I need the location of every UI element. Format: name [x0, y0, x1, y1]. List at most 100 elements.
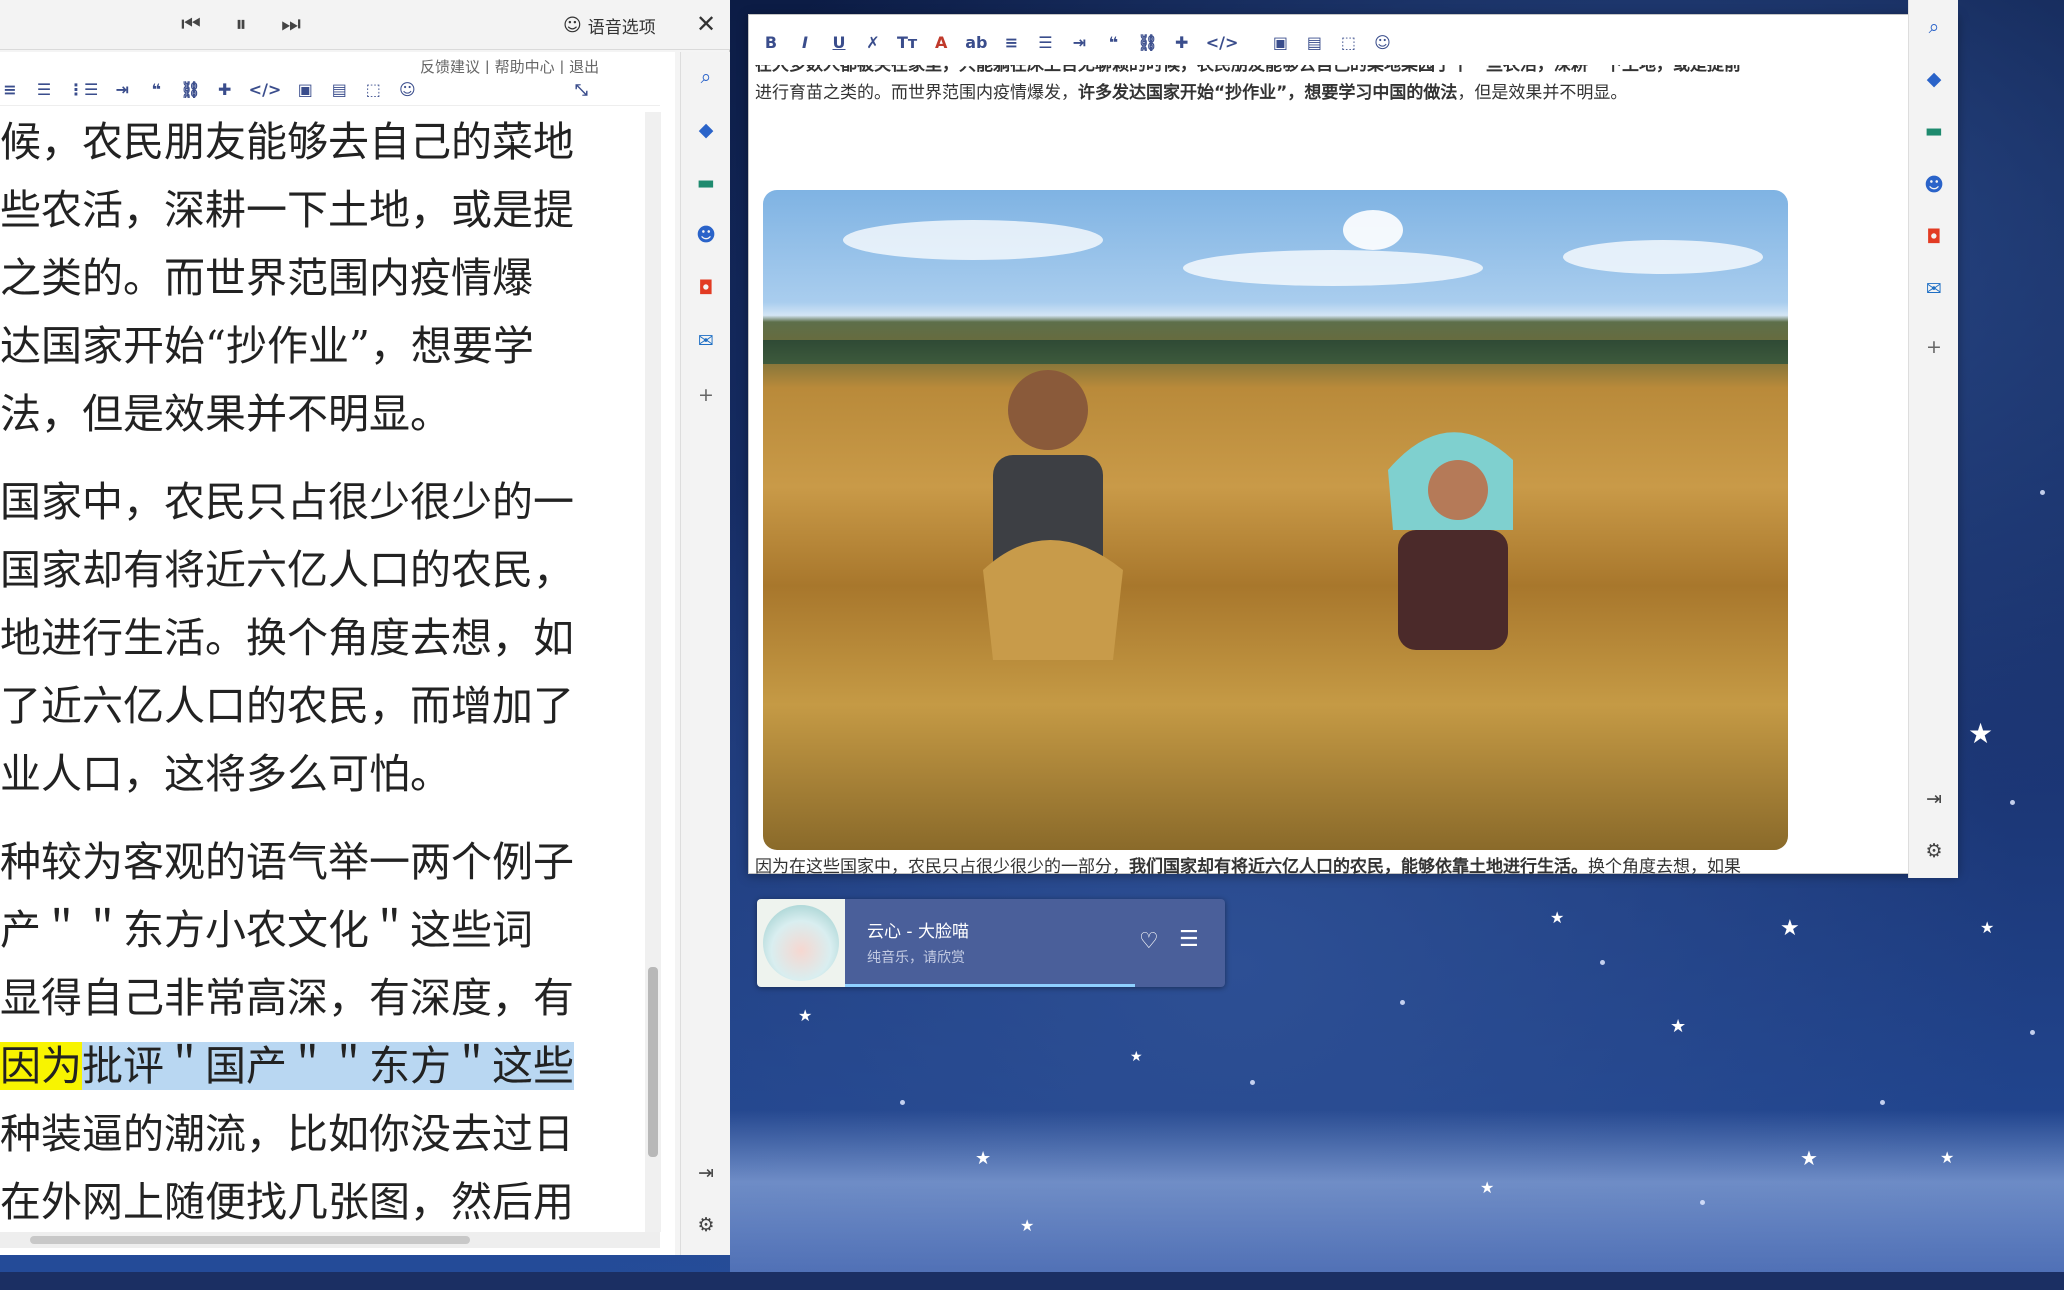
text-line: 种装逼的潮流，比如你没去过日 [0, 1110, 574, 1158]
pause-icon[interactable]: ⏸ [226, 10, 256, 40]
document-icon[interactable]: ▤ [329, 80, 349, 99]
album-cover[interactable] [757, 899, 845, 987]
bold-text-run: 我们国家却有将近六亿人口的农民，能够依靠土地进行生活。 [1129, 857, 1588, 875]
desktop-bottom-strip [0, 1272, 2064, 1290]
quote-icon[interactable]: ❝ [146, 80, 166, 99]
code-icon[interactable]: </> [1206, 33, 1239, 52]
outlook-icon[interactable]: ✉ [693, 328, 719, 354]
text-line: 在外网上随便找几张图，然后用 [0, 1178, 574, 1226]
code-icon[interactable]: </> [249, 80, 282, 99]
document-icon[interactable]: ▤ [1304, 33, 1324, 52]
star-decoration: ★ [1780, 916, 1800, 941]
exit-panel-icon[interactable]: ⇥ [1921, 786, 1947, 812]
text-line: 业人口，这将多么可怕。 [0, 750, 451, 798]
font-color-icon[interactable]: A [931, 33, 951, 52]
vertical-scrollbar[interactable] [645, 112, 661, 1232]
reading-position-highlight: 因为 [0, 1042, 82, 1090]
quote-icon[interactable]: ❝ [1103, 33, 1123, 52]
link-icon[interactable]: ⛓ [180, 80, 200, 99]
scrollbar-thumb[interactable] [30, 1236, 470, 1244]
toolbox-icon[interactable]: ▬ [1921, 118, 1947, 144]
text-line: 产＂＂东方小农文化＂这些词 [0, 906, 533, 954]
close-icon[interactable]: ✕ [690, 8, 722, 40]
reader-document-area: 反馈建议 | 帮助中心 | 退出 ≡ ☰ ⋮☰ ⇥ ❝ ⛓ ✚ </> ▣ ▤ … [0, 52, 675, 1255]
scrollbar-thumb[interactable] [648, 967, 658, 1157]
emoji-icon[interactable]: ☺ [1372, 33, 1392, 52]
clear-format-icon[interactable]: ✗ [863, 33, 883, 52]
text-line-highlighted[interactable]: 因为批评＂国产＂＂东方＂这些 [0, 1032, 640, 1100]
align-icon[interactable]: ≡ [0, 80, 20, 99]
text-run: 换个角度去想，如果 [1588, 857, 1741, 875]
next-icon[interactable]: ⏭ [276, 10, 306, 40]
text-line: 地进行生活。换个角度去想，如 [0, 614, 574, 662]
star-dot [1600, 960, 1605, 965]
attachment-icon[interactable]: ✚ [215, 80, 235, 99]
attachment-icon[interactable]: ✚ [1172, 33, 1192, 52]
underline-icon[interactable]: U [829, 33, 849, 52]
music-player-widget[interactable]: 云心 - 大脸喵 纯音乐，请欣赏 ♡ ☰ [757, 899, 1225, 987]
tag-icon[interactable]: ◆ [1921, 66, 1947, 92]
exit-panel-icon[interactable]: ⇥ [693, 1160, 719, 1186]
align-left-icon[interactable]: ☰ [34, 80, 54, 99]
star-dot [1250, 1080, 1255, 1085]
select-area-icon[interactable]: ⬚ [363, 80, 383, 99]
editor-content[interactable]: 在大多数人都被关在家里，只能躺在床上百无聊赖的时候，农民朋友能够去自己的菜地菜园… [755, 65, 1865, 875]
star-decoration: ★ [1940, 1148, 1955, 1167]
highlight-icon[interactable]: ab [965, 33, 987, 52]
desktop-floor-glow [730, 1110, 2064, 1290]
align-icon[interactable]: ≡ [1001, 33, 1021, 52]
office-icon[interactable]: ◘ [1921, 224, 1947, 250]
add-icon[interactable]: + [693, 382, 719, 408]
italic-icon[interactable]: I [795, 33, 815, 52]
indent-icon[interactable]: ⇥ [112, 80, 132, 99]
link-icon[interactable]: ⛓ [1137, 33, 1157, 52]
text-line: 达国家开始“抄作业”，想要学 [0, 322, 534, 370]
select-area-icon[interactable]: ⬚ [1338, 33, 1358, 52]
indent-icon[interactable]: ⇥ [1069, 33, 1089, 52]
star-decoration: ★ [1968, 717, 1994, 750]
list-icon[interactable]: ⋮☰ [68, 80, 98, 99]
star-dot [1880, 1100, 1885, 1105]
office-icon[interactable]: ◘ [693, 275, 719, 301]
settings-icon[interactable]: ⚙ [1921, 838, 1947, 864]
text-run: 进行育苗之类的。而世界范围内疫情爆发， [755, 83, 1078, 103]
search-icon[interactable]: ⌕ [1921, 14, 1947, 40]
image-icon[interactable]: ▣ [1270, 33, 1290, 52]
settings-icon[interactable]: ⚙ [693, 1212, 719, 1238]
star-dot [2030, 1030, 2035, 1035]
bold-icon[interactable]: B [761, 33, 781, 52]
playlist-icon[interactable]: ☰ [1179, 927, 1199, 952]
text-line: 候，农民朋友能够去自己的菜地 [0, 118, 574, 166]
voice-options-button[interactable]: ☺ 语音选项 [563, 12, 656, 38]
previous-icon[interactable]: ⏮ [176, 10, 206, 40]
text-line: 法，但是效果并不明显。 [0, 390, 451, 438]
tag-icon[interactable]: ◆ [693, 117, 719, 143]
compress-icon[interactable]: ⤡ [571, 80, 591, 100]
people-icon[interactable]: ☻ [693, 222, 719, 248]
image-icon[interactable]: ▣ [295, 80, 315, 99]
text-line: 国家却有将近六亿人口的农民， [0, 546, 574, 594]
text-line: 国家中，农民只占很少很少的一 [0, 478, 574, 526]
outlook-icon[interactable]: ✉ [1921, 276, 1947, 302]
add-icon[interactable]: + [1921, 334, 1947, 360]
editor-window: B I U ✗ Tт A ab ≡ ☰ ⇥ ❝ ⛓ ✚ </> ▣ ▤ ⬚ ☺ … [748, 14, 1958, 875]
toolbox-icon[interactable]: ▬ [693, 170, 719, 196]
star-dot [2010, 800, 2015, 805]
horizontal-scrollbar[interactable] [0, 1232, 660, 1248]
star-dot [2040, 490, 2045, 495]
search-icon[interactable]: ⌕ [693, 64, 719, 90]
star-decoration: ★ [1020, 1216, 1035, 1235]
star-decoration: ★ [1800, 1146, 1818, 1170]
playback-progress [845, 984, 1135, 987]
list-icon[interactable]: ☰ [1035, 33, 1055, 52]
star-decoration: ★ [798, 1006, 813, 1025]
star-decoration: ★ [1670, 1016, 1687, 1037]
star-dot [900, 1100, 905, 1105]
bold-text-run: 许多发达国家开始“抄作业”，想要学习中国的做法 [1078, 83, 1458, 103]
font-size-icon[interactable]: Tт [897, 33, 917, 52]
text-line: 之类的。而世界范围内疫情爆 [0, 254, 533, 302]
people-icon[interactable]: ☻ [1921, 172, 1947, 198]
emoji-icon[interactable]: ☺ [397, 80, 417, 99]
farmers-harvest-photo[interactable] [763, 190, 1788, 850]
heart-icon[interactable]: ♡ [1139, 929, 1159, 954]
